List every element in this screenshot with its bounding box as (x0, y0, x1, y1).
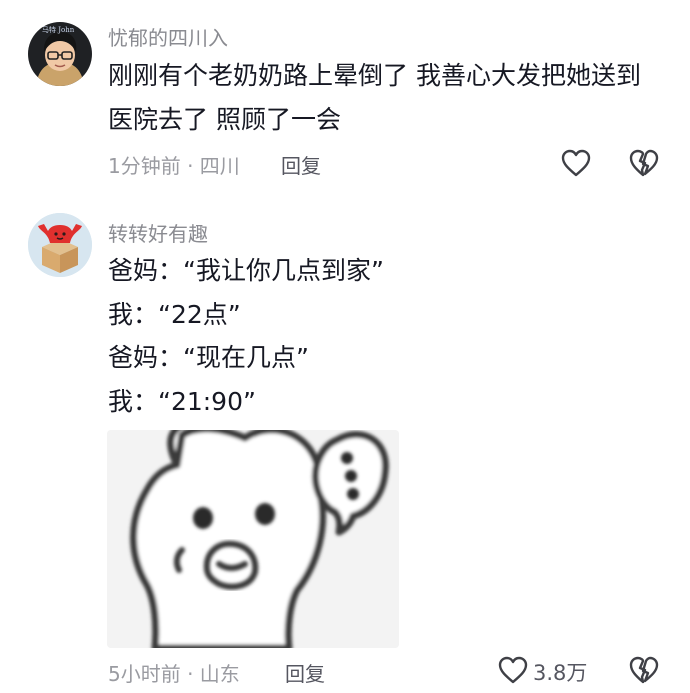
reply-button[interactable]: 回复 (285, 658, 325, 687)
reply-button[interactable]: 回复 (281, 150, 321, 179)
box-character-icon (28, 213, 92, 277)
avatar-text: 马特 John (42, 26, 75, 34)
heart-outline-icon (498, 656, 528, 684)
broken-heart-icon (629, 656, 659, 684)
comment-text-line: 我：“22点” (108, 300, 241, 329)
comment-time-location: 1分钟前 · 四川 (108, 154, 240, 178)
broken-heart-icon (629, 149, 659, 177)
dislike-button[interactable] (628, 655, 660, 689)
comment-time-location: 5小时前 · 山东 (108, 662, 240, 686)
heart-outline-icon (561, 149, 591, 177)
dislike-button[interactable] (628, 148, 660, 182)
avatar[interactable]: 马特 John (28, 22, 92, 86)
username[interactable]: 转转好有趣 (108, 218, 208, 247)
cat-face-drawing (107, 430, 399, 648)
like-button[interactable] (497, 655, 529, 689)
comment-text-line: 爸妈：“现在几点” (108, 343, 309, 372)
like-count: 3.8万 (533, 661, 588, 685)
username[interactable]: 忧郁的四川入 (108, 22, 228, 51)
cat-meme-sticker[interactable] (107, 430, 399, 648)
comment-text-line: 医院去了 照顾了一会 (108, 105, 341, 134)
comment-text-line: 爸妈：“我让你几点到家” (108, 256, 384, 285)
comment-text-line: 我：“21:90” (108, 387, 256, 416)
like-button[interactable] (560, 148, 592, 182)
comment-text-line: 刚刚有个老奶奶路上晕倒了 我善心大发把她送到 (108, 61, 641, 90)
avatar[interactable] (28, 213, 92, 277)
